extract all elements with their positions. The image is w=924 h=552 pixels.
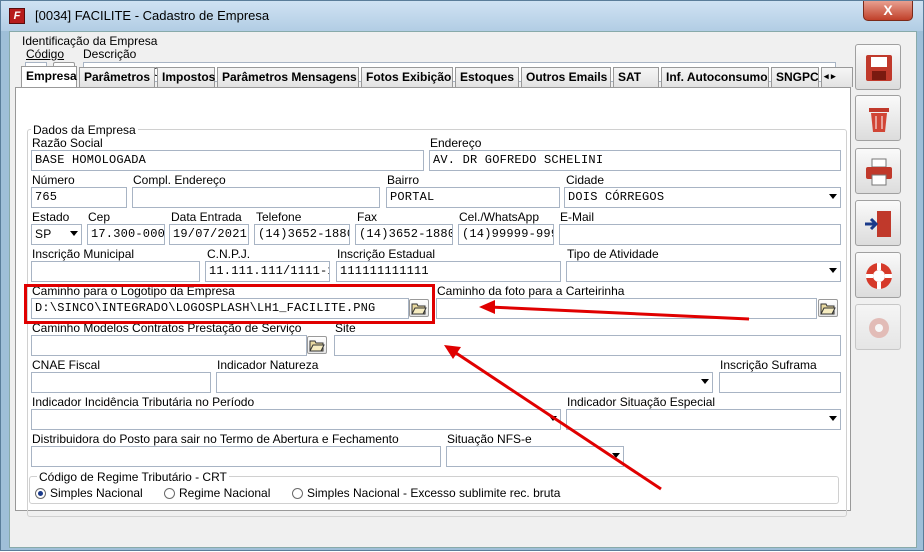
annotation-arrow-upper bbox=[488, 305, 750, 321]
annotation-arrows bbox=[444, 300, 750, 491]
annotation-arrow-lower bbox=[452, 349, 662, 491]
app-window: F [0034] FACILITE - Cadastro de Empresa … bbox=[0, 0, 924, 551]
annotation-arrowhead-upper bbox=[479, 300, 495, 314]
annotation-arrowhead-lower bbox=[444, 345, 461, 359]
